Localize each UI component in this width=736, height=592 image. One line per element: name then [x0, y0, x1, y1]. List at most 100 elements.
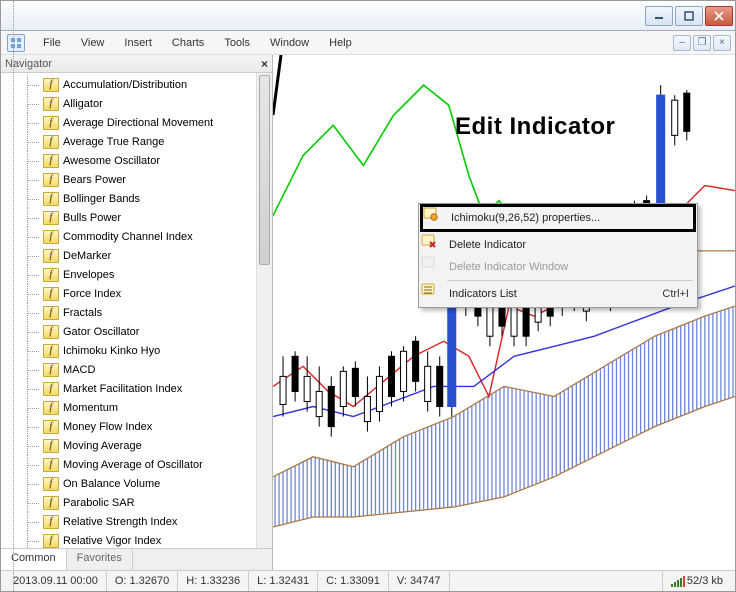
delete-indicator-icon [423, 237, 441, 253]
navigator-item-label: Relative Vigor Index [63, 535, 161, 547]
function-icon: f [43, 268, 59, 282]
function-icon: f [43, 306, 59, 320]
status-connection-label: 52/3 kb [687, 575, 723, 587]
navigator-item[interactable]: fMoving Average of Oscillator [3, 455, 256, 474]
function-icon: f [43, 154, 59, 168]
navigator-item-label: Average Directional Movement [63, 117, 213, 129]
navigator-item-label: Relative Strength Index [63, 516, 177, 528]
navigator-item[interactable]: fDeMarker [3, 246, 256, 265]
navigator-item[interactable]: f Bears Power [3, 170, 256, 189]
navigator-item[interactable]: fIchimoku Kinko Hyo [3, 341, 256, 360]
navigator-item[interactable]: f Momentum [3, 398, 256, 417]
navigator-item[interactable]: fAccumulation/Distribution [3, 75, 256, 94]
function-icon: f [43, 135, 59, 149]
navigator-item[interactable]: f Parabolic SAR [3, 493, 256, 512]
tab-common[interactable]: Common [1, 549, 67, 570]
tab-favorites[interactable]: Favorites [67, 549, 133, 570]
navigator-item-label: Alligator [63, 98, 103, 110]
app-icon [7, 34, 25, 52]
menu-insert[interactable]: Insert [114, 34, 162, 52]
navigator-item[interactable]: fMACD [3, 360, 256, 379]
chart-area[interactable]: Edit Indicator Ichimoku(9,26,52) propert… [273, 55, 735, 570]
function-icon: f [43, 382, 59, 396]
mdi-restore-button[interactable]: ❐ [693, 35, 711, 51]
navigator-list[interactable]: fAccumulation/DistributionfAlligatorfAve… [1, 73, 256, 548]
navigator-item[interactable]: fEnvelopes [3, 265, 256, 284]
navigator-item[interactable]: fAwesome Oscillator [3, 151, 256, 170]
ctx-delete-window-label: Delete Indicator Window [449, 261, 568, 273]
mdi-minimize-button[interactable]: – [673, 35, 691, 51]
navigator-item-label: Bollinger Bands [63, 193, 140, 205]
menu-window[interactable]: Window [260, 34, 319, 52]
function-icon: f [43, 230, 59, 244]
navigator-item-label: Accumulation/Distribution [63, 79, 187, 91]
maximize-button[interactable] [675, 6, 703, 26]
navigator-item-label: Moving Average [63, 440, 142, 452]
navigator-close-icon[interactable]: × [261, 57, 268, 71]
navigator-item[interactable]: f Average True Range [3, 132, 256, 151]
navigator-tabs: Common Favorites [1, 548, 272, 570]
window-titlebar [1, 1, 735, 31]
menu-help[interactable]: Help [319, 34, 362, 52]
status-volume: V: 34747 [389, 571, 450, 591]
context-menu: Ichimoku(9,26,52) properties... Delete I… [418, 203, 698, 308]
ctx-separator [447, 280, 693, 281]
status-datetime: 2013.09.11 00:00 [5, 571, 107, 591]
navigator-item[interactable]: fCommodity Channel Index [3, 227, 256, 246]
ctx-properties[interactable]: Ichimoku(9,26,52) properties... [423, 207, 693, 229]
function-icon: f [43, 325, 59, 339]
menu-charts[interactable]: Charts [162, 34, 214, 52]
navigator-item-label: Market Facilitation Index [63, 383, 182, 395]
delete-window-icon [423, 259, 441, 275]
navigator-item[interactable]: fGator Oscillator [3, 322, 256, 341]
function-icon: f [43, 401, 59, 415]
function-icon: f [43, 173, 59, 187]
function-icon: f [43, 496, 59, 510]
navigator-item-label: Moving Average of Oscillator [63, 459, 203, 471]
navigator-item[interactable]: f Market Facilitation Index [3, 379, 256, 398]
navigator-item-label: Parabolic SAR [63, 497, 135, 509]
status-bar: 2013.09.11 00:00 O: 1.32670 H: 1.33236 L… [1, 570, 735, 591]
menu-file[interactable]: File [33, 34, 71, 52]
navigator-item[interactable]: fFractals [3, 303, 256, 322]
navigator-item[interactable]: fMoving Average [3, 436, 256, 455]
ctx-properties-label: Ichimoku(9,26,52) properties... [451, 212, 600, 224]
navigator-panel: Navigator × fAccumulation/DistributionfA… [1, 55, 273, 570]
navigator-item[interactable]: fAlligator [3, 94, 256, 113]
menu-tools[interactable]: Tools [214, 34, 260, 52]
function-icon: f [43, 515, 59, 529]
navigator-item-label: MACD [63, 364, 95, 376]
navigator-item-label: Bears Power [63, 174, 126, 186]
function-icon: f [43, 420, 59, 434]
navigator-scrollbar[interactable] [256, 73, 272, 548]
status-high: H: 1.33236 [178, 571, 249, 591]
navigator-item[interactable]: fAverage Directional Movement [3, 113, 256, 132]
ctx-indicators-list-label: Indicators List [449, 288, 517, 300]
navigator-item[interactable]: f Relative Vigor Index [3, 531, 256, 548]
ctx-delete-window: Delete Indicator Window [421, 256, 695, 278]
navigator-item-label: Force Index [63, 288, 121, 300]
navigator-item[interactable]: fBollinger Bands [3, 189, 256, 208]
scrollbar-thumb[interactable] [259, 75, 270, 265]
navigator-item-label: Money Flow Index [63, 421, 152, 433]
navigator-item-label: Average True Range [63, 136, 164, 148]
navigator-item-label: Momentum [63, 402, 118, 414]
status-open: O: 1.32670 [107, 571, 178, 591]
navigator-item[interactable]: f Relative Strength Index [3, 512, 256, 531]
minimize-button[interactable] [645, 6, 673, 26]
navigator-item[interactable]: f Money Flow Index [3, 417, 256, 436]
navigator-item-label: Bulls Power [63, 212, 121, 224]
navigator-item[interactable]: fOn Balance Volume [3, 474, 256, 493]
navigator-item[interactable]: fForce Index [3, 284, 256, 303]
ctx-delete-indicator[interactable]: Delete Indicator [421, 234, 695, 256]
close-button[interactable] [705, 6, 733, 26]
mdi-close-button[interactable]: × [713, 35, 731, 51]
navigator-item-label: Ichimoku Kinko Hyo [63, 345, 160, 357]
ctx-indicators-list[interactable]: Indicators List Ctrl+I [421, 283, 695, 305]
ctx-indicators-list-shortcut: Ctrl+I [662, 288, 689, 300]
indicators-list-icon [423, 286, 441, 302]
menu-view[interactable]: View [71, 34, 115, 52]
function-icon: f [43, 534, 59, 548]
navigator-item[interactable]: fBulls Power [3, 208, 256, 227]
function-icon: f [43, 477, 59, 491]
